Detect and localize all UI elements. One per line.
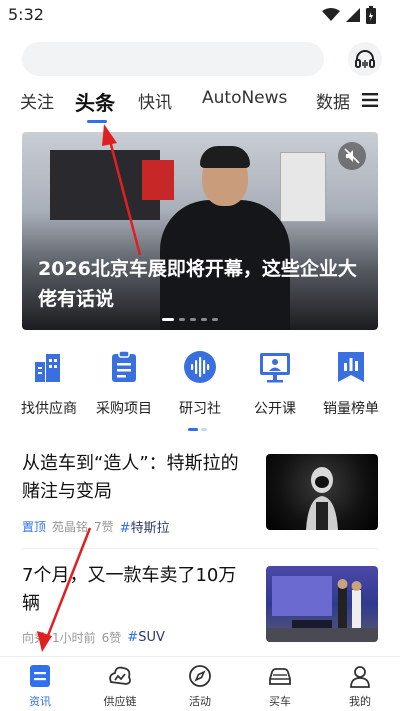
article-likes: 7赞	[94, 520, 114, 534]
article-author: 苑晶铭	[52, 520, 89, 534]
article-item[interactable]: 从造车到“造人”：特斯拉的赌注与变局 置顶 苑晶铭 7赞 #特斯拉	[22, 450, 378, 536]
quick-link-label: 采购项目	[96, 401, 152, 417]
article-tag[interactable]: #特斯拉	[120, 517, 170, 536]
headset-button[interactable]	[348, 42, 382, 76]
nav-label: 活动	[189, 695, 211, 708]
quick-link-open-course[interactable]: 公开课	[237, 350, 313, 418]
banner-dot	[201, 318, 207, 321]
status-bar: 5:32	[0, 0, 400, 30]
article-meta: 向秀 1小时前 6赞 #SUV	[22, 629, 165, 646]
banner-background-board	[280, 152, 326, 222]
banner-dot	[162, 318, 174, 321]
channel-tabs: 关注 头条 快讯 AutoNews 数据	[0, 88, 400, 124]
banner-background-poster	[142, 160, 174, 200]
supply-chain-icon	[109, 666, 131, 685]
article-tag-text: 特斯拉	[130, 521, 170, 536]
nav-events[interactable]: 活动	[160, 663, 240, 709]
quick-link-label: 销量榜单	[323, 401, 379, 417]
quick-link-find-supplier[interactable]: 找供应商	[11, 350, 87, 418]
nav-buy-car[interactable]: 买车	[240, 663, 320, 709]
mute-button[interactable]	[338, 142, 366, 170]
bottom-navigation: 资讯 供应链 活动 买车 我的	[0, 656, 400, 711]
nav-profile[interactable]: 我的	[320, 663, 400, 709]
quick-link-label: 研习社	[179, 401, 221, 417]
article-thumbnail	[266, 454, 378, 530]
user-icon	[350, 666, 370, 688]
article-title: 从造车到“造人”：特斯拉的赌注与变局	[22, 453, 239, 502]
search-input[interactable]	[22, 42, 324, 76]
tab-flash-news[interactable]: 快讯	[138, 88, 172, 113]
article-tag[interactable]: #SUV	[127, 630, 165, 645]
banner-dot	[179, 318, 185, 321]
voice-wave-icon	[184, 351, 216, 383]
quick-link-label: 找供应商	[21, 401, 77, 417]
car-icon	[269, 668, 291, 685]
divider	[22, 548, 378, 549]
nav-label: 我的	[349, 695, 371, 708]
battery-icon	[366, 6, 376, 24]
banner-dot	[190, 318, 196, 321]
article-tag-text: SUV	[138, 630, 165, 645]
quick-link-label: 公开课	[254, 401, 296, 417]
quick-link-procurement[interactable]: 采购项目	[86, 350, 162, 418]
tab-follow[interactable]: 关注	[20, 88, 54, 113]
article-meta: 置顶 苑晶铭 7赞 #特斯拉	[22, 517, 170, 536]
nav-label: 资讯	[29, 695, 51, 708]
quick-links: 找供应商 采购项目 研习社 公开课 销量榜单	[0, 350, 400, 420]
article-item[interactable]: 7个月，又一款车卖了10万辆 向秀 1小时前 6赞 #SUV	[22, 562, 378, 646]
presentation-icon	[260, 353, 290, 383]
banner-pagination	[162, 318, 218, 321]
headset-icon	[355, 50, 375, 68]
quick-link-sales-ranking[interactable]: 销量榜单	[313, 350, 389, 418]
compass-icon	[189, 665, 211, 687]
headline-banner[interactable]: 2026北京车展即将开幕，这些企业大佬有话说	[22, 132, 378, 330]
nav-label: 供应链	[103, 695, 137, 708]
quick-links-pagination	[188, 428, 207, 431]
clipboard-icon	[112, 350, 136, 382]
nav-label: 买车	[269, 695, 291, 708]
banner-person-hair	[200, 146, 250, 168]
article-thumbnail	[266, 566, 378, 642]
nav-news[interactable]: 资讯	[0, 663, 80, 709]
robot-image	[306, 467, 338, 530]
article-time: 1小时前	[52, 631, 96, 645]
pinned-badge: 置顶	[22, 520, 47, 534]
news-icon	[30, 665, 50, 687]
signal-icon	[346, 8, 360, 22]
banner-title: 2026北京车展即将开幕，这些企业大佬有话说	[38, 258, 357, 310]
nav-supply-chain[interactable]: 供应链	[80, 663, 160, 709]
search-row	[22, 42, 382, 78]
chart-bookmark-icon	[338, 352, 364, 382]
tab-data[interactable]: 数据	[316, 88, 350, 113]
building-icon	[35, 354, 60, 382]
status-time: 5:32	[8, 5, 44, 24]
page-dot	[188, 428, 198, 431]
event-stage-image	[266, 576, 378, 642]
article-author: 向秀	[22, 631, 47, 645]
banner-dot	[212, 318, 218, 321]
menu-icon[interactable]	[362, 93, 378, 107]
article-title: 7个月，又一款车卖了10万辆	[22, 565, 237, 614]
mute-icon	[344, 148, 360, 164]
article-likes: 6赞	[101, 631, 122, 645]
tab-autonews[interactable]: AutoNews	[202, 88, 287, 108]
tab-headlines[interactable]: 头条	[75, 87, 115, 116]
active-tab-indicator	[87, 120, 107, 123]
status-icons	[322, 6, 376, 24]
wifi-icon	[322, 8, 340, 21]
quick-link-study-club[interactable]: 研习社	[162, 350, 238, 418]
page-dot	[201, 428, 207, 431]
